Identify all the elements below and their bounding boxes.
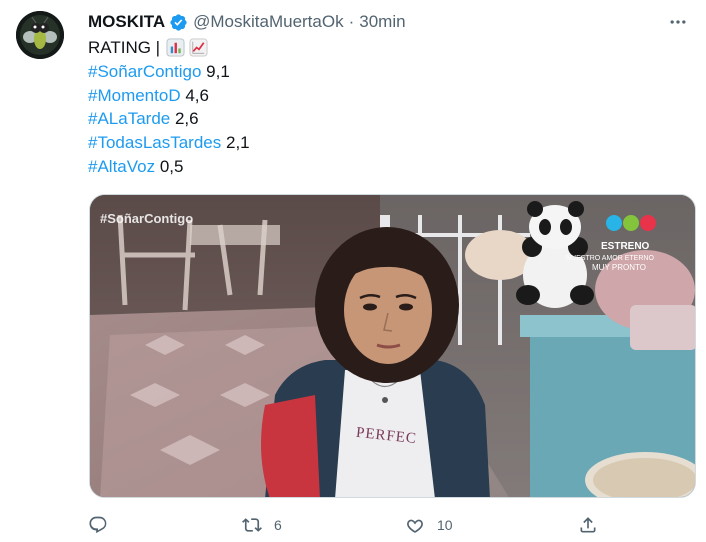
promo-line-2: NUESTRO AMOR ETERNO [566, 255, 654, 262]
rating-row: #TodasLasTardes 2,1 [88, 131, 250, 155]
rating-row: #MomentoD 4,6 [88, 84, 250, 108]
promo-line-3: MUY PRONTO [592, 263, 646, 272]
author-avatar[interactable] [16, 11, 64, 59]
retweet-count: 6 [274, 517, 282, 533]
rating-row: #ALaTarde 2,6 [88, 107, 250, 131]
share-icon [580, 517, 596, 533]
rating-row: #SoñarContigo 9,1 [88, 60, 250, 84]
verified-badge-icon [169, 13, 188, 32]
media-overlay-hashtag: #SoñarContigo [100, 211, 193, 226]
more-options-icon[interactable] [666, 10, 690, 34]
promo-line-1: ESTRENO [601, 241, 650, 252]
hashtag-link[interactable]: #MomentoD [88, 84, 181, 108]
like-count: 10 [437, 517, 453, 533]
rating-value: 2,6 [174, 109, 199, 129]
rating-line: RATING | [88, 36, 250, 60]
hashtag-link[interactable]: #ALaTarde [88, 107, 170, 131]
rating-label: RATING | [88, 38, 161, 57]
retweet-button[interactable]: 6 [242, 513, 282, 537]
hashtag-link[interactable]: #AltaVoz [88, 155, 155, 179]
telefe-logo-icon [606, 215, 656, 231]
retweet-icon [242, 518, 262, 532]
heart-icon [407, 519, 423, 533]
share-button[interactable] [578, 513, 610, 537]
author-name[interactable]: MOSKITA [88, 12, 165, 32]
chart-increasing-emoji-icon [189, 38, 208, 57]
author-handle[interactable]: @MoskitaMuertaOk [193, 12, 343, 32]
separator-dot: · [348, 12, 355, 31]
timestamp[interactable]: 30min [359, 12, 405, 32]
tweet-media-image[interactable]: PERFEC #SoñarContigo ESTRENO NUESTRO AMO… [89, 194, 696, 498]
reply-button[interactable] [88, 513, 120, 537]
tweet-action-bar: 6 10 [88, 513, 628, 537]
reply-icon [89, 516, 107, 534]
rating-value: 4,6 [185, 85, 209, 105]
hashtag-link[interactable]: #TodasLasTardes [88, 131, 221, 155]
bar-chart-emoji-icon [166, 38, 185, 57]
rating-value: 0,5 [159, 156, 184, 176]
tweet-header: MOSKITA @MoskitaMuertaOk · 30min [88, 10, 690, 34]
like-button[interactable]: 10 [405, 513, 453, 537]
hashtag-link[interactable]: #SoñarContigo [88, 60, 201, 84]
rating-value: 9,1 [206, 61, 230, 81]
rating-value: 2,1 [226, 133, 250, 153]
tweet-text: RATING | #SoñarContigo 9,1 #MomentoD 4,6… [88, 36, 250, 179]
rating-row: #AltaVoz 0,5 [88, 155, 250, 179]
